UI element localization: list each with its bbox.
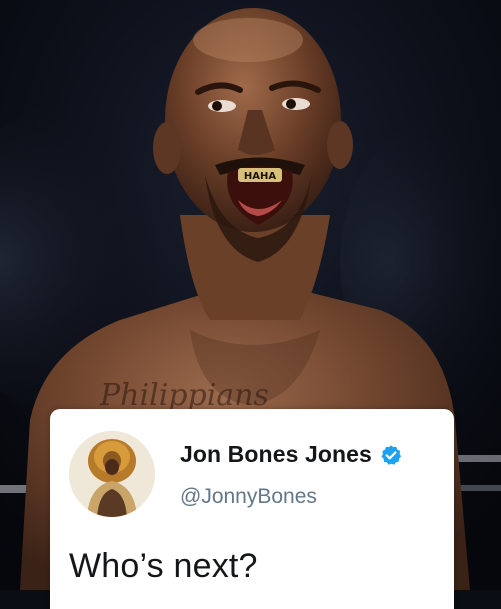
- display-name-row: Jon Bones Jones: [180, 441, 402, 468]
- verified-badge-icon: [380, 444, 402, 466]
- chest-tattoo: Philippians: [99, 378, 269, 413]
- tweet-card: Jon Bones Jones @JonnyBones Who’s next?: [50, 409, 454, 609]
- profile-avatar[interactable]: [69, 431, 155, 517]
- tweet-text: Who’s next?: [69, 547, 258, 585]
- display-name[interactable]: Jon Bones Jones: [180, 441, 372, 468]
- grill-text: HAHA: [244, 171, 276, 182]
- user-handle[interactable]: @JonnyBones: [180, 485, 317, 509]
